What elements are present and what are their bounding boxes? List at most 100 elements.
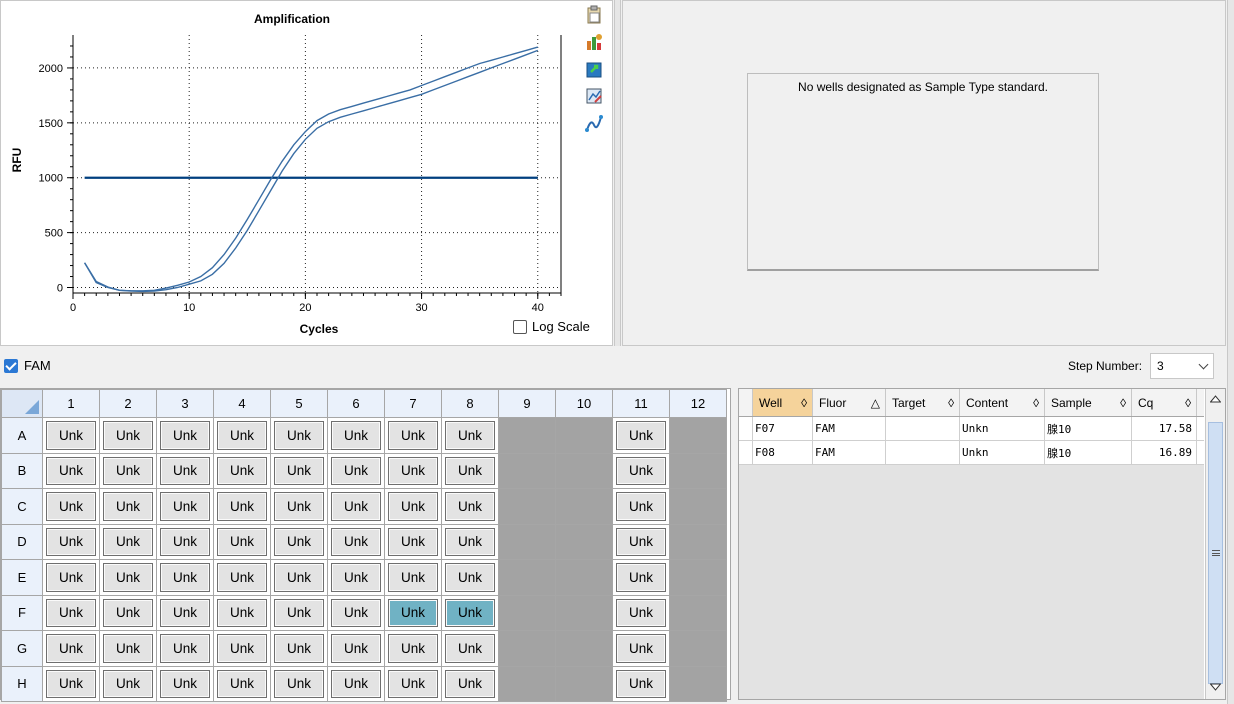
- plate-well[interactable]: Unk: [99, 523, 157, 560]
- plate-well[interactable]: Unk: [441, 417, 499, 454]
- plate-well[interactable]: Unk: [384, 559, 442, 596]
- column-header-cq[interactable]: Cq ◊: [1132, 389, 1197, 416]
- plate-well[interactable]: Unk: [270, 559, 328, 596]
- plate-well[interactable]: Unk: [99, 488, 157, 525]
- plate-well[interactable]: Unk: [270, 452, 328, 489]
- plate-well[interactable]: Unk: [270, 417, 328, 454]
- plate-well[interactable]: Unk: [42, 488, 100, 525]
- amplification-chart[interactable]: Amplification Cycles RFU 0 10 20 30 40 0 500 10…: [1, 1, 614, 347]
- plate-well[interactable]: Unk: [384, 665, 442, 702]
- plate-well[interactable]: Unk: [42, 417, 100, 454]
- plate-column-header[interactable]: 1: [42, 389, 100, 418]
- plate-well[interactable]: Unk: [384, 523, 442, 560]
- plate-column-header[interactable]: 8: [441, 389, 499, 418]
- plate-well[interactable]: Unk: [156, 559, 214, 596]
- plate-well[interactable]: Unk: [384, 488, 442, 525]
- plate-well[interactable]: [555, 559, 613, 596]
- plate-well[interactable]: Unk: [327, 523, 385, 560]
- plate-well[interactable]: [498, 452, 556, 489]
- plate-well[interactable]: Unk: [42, 452, 100, 489]
- plate-well[interactable]: [669, 452, 727, 489]
- plate-row-header[interactable]: B: [1, 452, 43, 489]
- plate-well[interactable]: [555, 630, 613, 667]
- plate-column-header[interactable]: 2: [99, 389, 157, 418]
- plate-well[interactable]: Unk: [42, 559, 100, 596]
- plate-well[interactable]: Unk: [327, 630, 385, 667]
- plate-well[interactable]: Unk: [612, 417, 670, 454]
- plate-well[interactable]: Unk: [441, 523, 499, 560]
- plate-well[interactable]: Unk: [99, 452, 157, 489]
- plate-well[interactable]: [498, 665, 556, 702]
- plate-well[interactable]: Unk: [327, 594, 385, 631]
- plate-row-header[interactable]: C: [1, 488, 43, 525]
- plate-well[interactable]: Unk: [213, 630, 271, 667]
- plate-well[interactable]: Unk: [156, 417, 214, 454]
- plate-well[interactable]: [555, 594, 613, 631]
- plate-well[interactable]: [669, 488, 727, 525]
- plate-well[interactable]: [555, 452, 613, 489]
- plate-well[interactable]: Unk: [441, 594, 499, 631]
- plate-row-header[interactable]: E: [1, 559, 43, 596]
- plate-well[interactable]: [669, 665, 727, 702]
- plate-well[interactable]: [669, 630, 727, 667]
- chart-tools-icon[interactable]: [584, 86, 604, 106]
- column-header-fluor[interactable]: Fluor △: [813, 389, 886, 416]
- plate-well[interactable]: Unk: [612, 523, 670, 560]
- fam-toggle[interactable]: FAM: [4, 358, 51, 373]
- plate-well[interactable]: [498, 630, 556, 667]
- plate-well[interactable]: Unk: [612, 594, 670, 631]
- plate-well[interactable]: Unk: [99, 417, 157, 454]
- plate-well[interactable]: Unk: [384, 594, 442, 631]
- plate-well[interactable]: Unk: [612, 488, 670, 525]
- plate-column-header[interactable]: 12: [669, 389, 727, 418]
- plate-well[interactable]: Unk: [441, 665, 499, 702]
- column-header-content[interactable]: Content ◊: [960, 389, 1045, 416]
- plate-column-header[interactable]: 3: [156, 389, 214, 418]
- log-scale-toggle[interactable]: Log Scale: [513, 319, 590, 334]
- plate-well[interactable]: [498, 559, 556, 596]
- plate-well[interactable]: Unk: [156, 630, 214, 667]
- plate-well[interactable]: Unk: [441, 630, 499, 667]
- plate-well[interactable]: Unk: [213, 559, 271, 596]
- plate-well[interactable]: Unk: [156, 594, 214, 631]
- plate-well[interactable]: Unk: [441, 559, 499, 596]
- plate-well[interactable]: Unk: [99, 630, 157, 667]
- log-scale-checkbox[interactable]: [513, 319, 527, 334]
- plate-well[interactable]: Unk: [156, 665, 214, 702]
- select-all-corner[interactable]: [1, 389, 43, 418]
- plate-column-header[interactable]: 9: [498, 389, 556, 418]
- plate-column-header[interactable]: 6: [327, 389, 385, 418]
- plate-well[interactable]: Unk: [156, 523, 214, 560]
- plate-well[interactable]: Unk: [270, 665, 328, 702]
- plate-well[interactable]: Unk: [327, 559, 385, 596]
- plate-well[interactable]: [669, 594, 727, 631]
- plate-well[interactable]: Unk: [612, 559, 670, 596]
- plate-well[interactable]: Unk: [270, 594, 328, 631]
- plate-well[interactable]: Unk: [384, 417, 442, 454]
- plate-well[interactable]: Unk: [270, 523, 328, 560]
- plate-well[interactable]: Unk: [384, 630, 442, 667]
- plate-row-header[interactable]: D: [1, 523, 43, 560]
- plate-well[interactable]: Unk: [213, 523, 271, 560]
- plate-well[interactable]: Unk: [213, 665, 271, 702]
- export-chart-icon[interactable]: [584, 32, 604, 52]
- plate-well[interactable]: Unk: [612, 665, 670, 702]
- plate-row-header[interactable]: G: [1, 630, 43, 667]
- plate-well[interactable]: [498, 523, 556, 560]
- plate-column-header[interactable]: 7: [384, 389, 442, 418]
- column-header-target[interactable]: Target ◊: [886, 389, 960, 416]
- plate-column-header[interactable]: 10: [555, 389, 613, 418]
- column-header-sample[interactable]: Sample ◊: [1045, 389, 1132, 416]
- vertical-splitter[interactable]: [614, 0, 621, 346]
- plate-well[interactable]: Unk: [156, 488, 214, 525]
- plate-well[interactable]: [555, 523, 613, 560]
- plate-well[interactable]: Unk: [612, 452, 670, 489]
- results-row[interactable]: F08 FAM Unkn 腺10 16.89: [739, 441, 1204, 465]
- clipboard-icon[interactable]: [584, 5, 604, 25]
- scroll-thumb[interactable]: [1208, 422, 1223, 684]
- row-selector[interactable]: [739, 417, 753, 440]
- column-header-well[interactable]: Well ◊: [753, 389, 813, 416]
- plate-well[interactable]: [669, 523, 727, 560]
- trace-icon[interactable]: [584, 113, 604, 133]
- plate-column-header[interactable]: 4: [213, 389, 271, 418]
